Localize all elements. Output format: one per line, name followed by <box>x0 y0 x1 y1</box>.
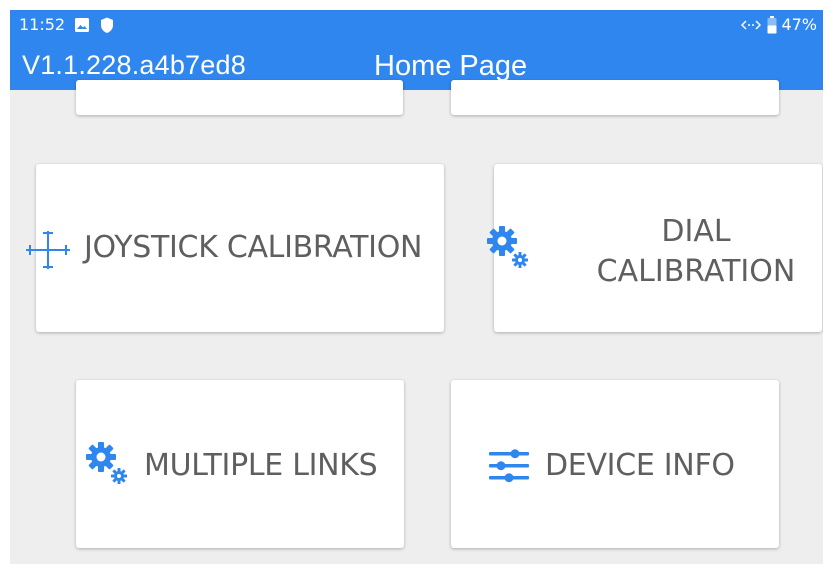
image-icon <box>75 18 89 32</box>
dial-calibration-line2: CALIBRATION <box>596 254 796 289</box>
gears-icon <box>86 442 127 484</box>
sliders-icon <box>489 449 529 483</box>
joystick-calibration-button[interactable]: JOYSTICK CALIBRATION <box>26 164 444 332</box>
dial-calibration-line1: DIAL <box>661 214 731 249</box>
data-arrows-icon <box>741 19 762 30</box>
battery-icon <box>767 15 777 33</box>
device-info-button[interactable]: DEVICE INFO <box>451 380 779 548</box>
shield-icon <box>101 17 113 33</box>
multiple-links-label: MULTIPLE LINKS <box>144 448 378 483</box>
battery-percent: 47% <box>781 15 817 34</box>
menu-card-top-right[interactable] <box>451 80 779 115</box>
dial-calibration-label: DIAL CALIBRATION <box>576 212 816 292</box>
crosshair-icon <box>26 231 70 269</box>
multiple-links-button[interactable]: MULTIPLE LINKS <box>76 380 404 548</box>
status-bar: 11:52 47% <box>10 10 823 44</box>
app-screen: 11:52 47% V1.1.228.a4b7ed8 Home Page JOY… <box>10 10 823 564</box>
status-time: 11:52 <box>19 15 66 34</box>
page-title: Home Page <box>374 50 528 82</box>
dial-calibration-button[interactable]: DIAL CALIBRATION <box>487 164 822 332</box>
menu-card-top-left[interactable] <box>76 80 403 115</box>
version-label: V1.1.228.a4b7ed8 <box>22 50 246 80</box>
status-right: 47% <box>741 15 817 34</box>
gears-icon <box>487 226 528 268</box>
device-info-label: DEVICE INFO <box>545 448 735 483</box>
joystick-calibration-label: JOYSTICK CALIBRATION <box>84 230 423 265</box>
